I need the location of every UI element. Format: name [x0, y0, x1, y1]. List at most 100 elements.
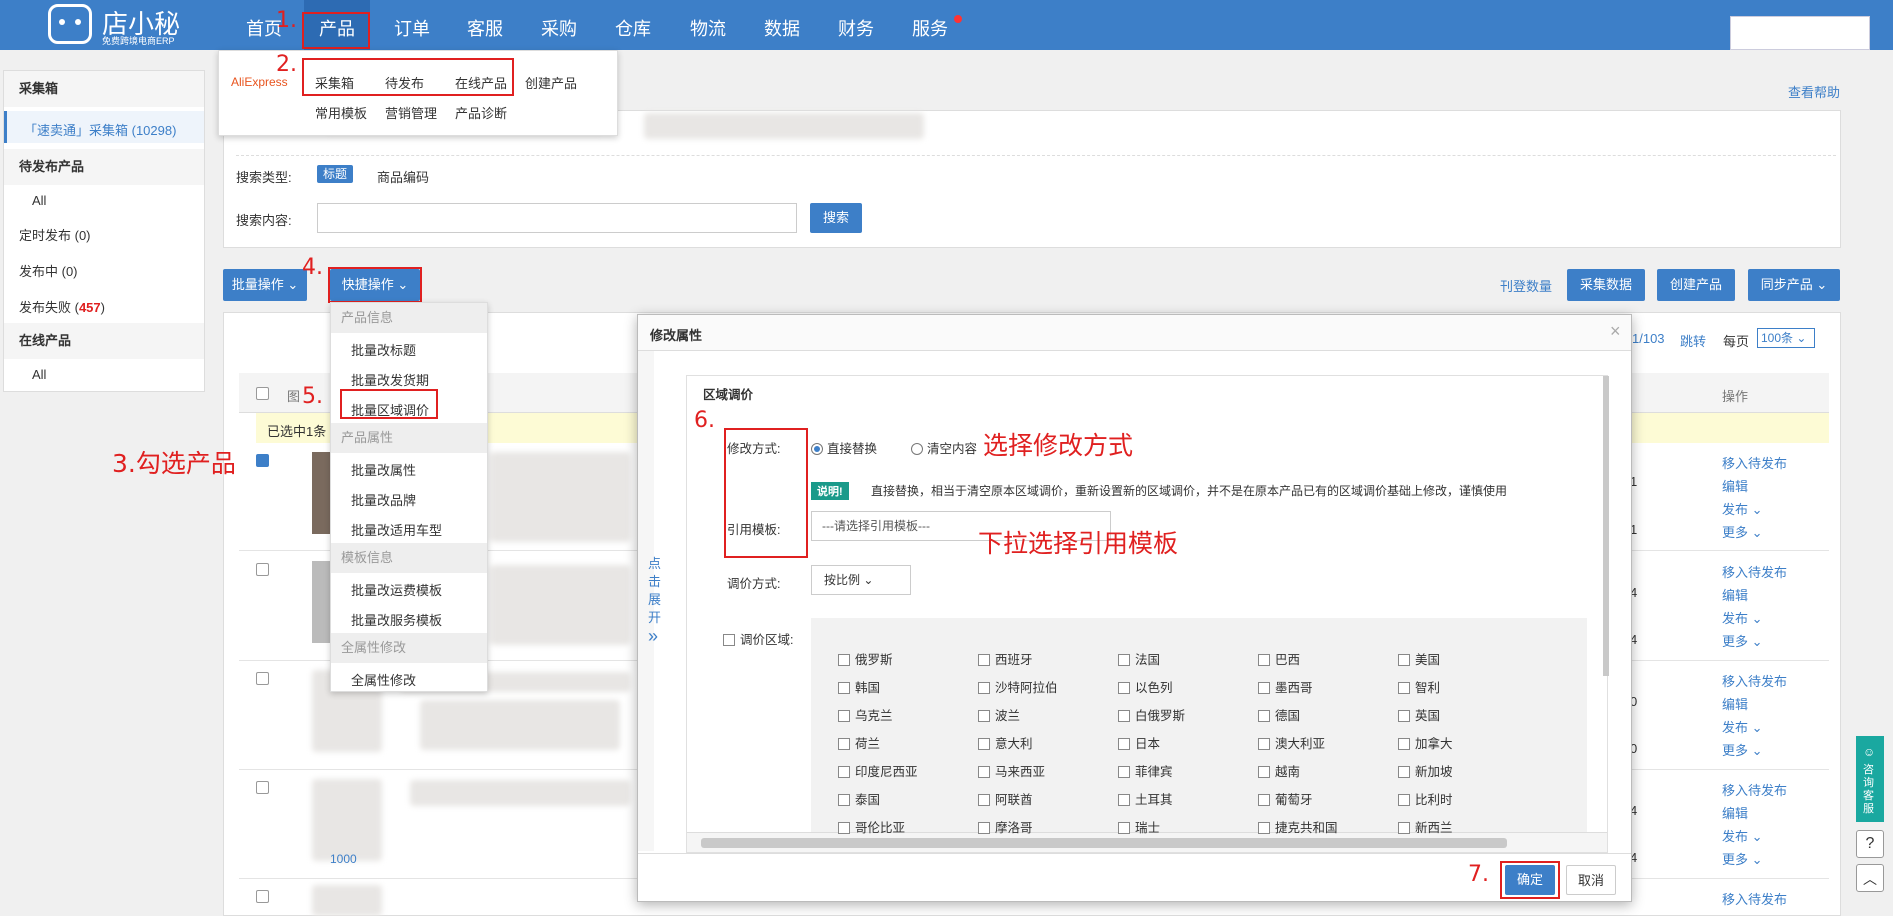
sidebar-item-scheduled[interactable]: 定时发布 (0)	[19, 225, 91, 244]
quick-menu-batch-brand[interactable]: 批量改品牌	[351, 490, 416, 509]
region-checkbox[interactable]: 日本	[1118, 733, 1160, 752]
sync-product-button[interactable]: 同步产品 ⌄	[1748, 269, 1840, 301]
region-checkbox[interactable]: 阿联酋	[978, 789, 1033, 808]
create-product-button[interactable]: 创建产品	[1657, 269, 1735, 301]
quick-menu-batch-delivery[interactable]: 批量改发货期	[351, 370, 429, 389]
nav-order[interactable]: 订单	[394, 0, 430, 50]
more-link[interactable]: 更多 ⌄	[1722, 631, 1763, 650]
user-account-box[interactable]	[1730, 16, 1870, 50]
sidebar-item-pending-all[interactable]: All	[32, 193, 46, 208]
confirm-button[interactable]: 确定	[1505, 865, 1555, 895]
region-checkbox[interactable]: 巴西	[1258, 649, 1300, 668]
region-checkbox[interactable]: 德国	[1258, 705, 1300, 724]
region-checkbox[interactable]: 韩国	[838, 677, 880, 696]
region-checkbox[interactable]: 西班牙	[978, 649, 1033, 668]
region-checkbox[interactable]: 荷兰	[838, 733, 880, 752]
region-checkbox[interactable]: 土耳其	[1118, 789, 1173, 808]
region-checkbox[interactable]: 捷克共和国	[1258, 817, 1338, 836]
quick-menu-batch-service-template[interactable]: 批量改服务模板	[351, 610, 442, 629]
search-input[interactable]	[317, 203, 797, 233]
collect-data-button[interactable]: 采集数据	[1567, 269, 1645, 301]
region-checkbox[interactable]: 澳大利亚	[1258, 733, 1325, 752]
sidebar-item-online-all[interactable]: All	[32, 367, 46, 382]
region-checkbox[interactable]: 瑞士	[1118, 817, 1160, 836]
region-toggle[interactable]: 调价区域:	[723, 629, 793, 648]
more-link[interactable]: 更多 ⌄	[1722, 522, 1763, 541]
horizontal-scrollbar[interactable]	[701, 838, 1507, 848]
row-5-checkbox[interactable]	[256, 890, 269, 903]
nav-data[interactable]: 数据	[764, 0, 800, 50]
batch-operation-button[interactable]: 批量操作 ⌄	[223, 269, 307, 301]
close-icon[interactable]: ×	[1610, 321, 1621, 342]
publish-link[interactable]: 发布 ⌄	[1722, 826, 1763, 845]
move-to-pending-link[interactable]: 移入待发布	[1722, 889, 1787, 908]
price-mode-select[interactable]: 按比例 ⌄	[811, 565, 911, 595]
region-checkbox[interactable]: 印度尼西亚	[838, 761, 918, 780]
region-checkbox[interactable]: 沙特阿拉伯	[978, 677, 1058, 696]
sidebar-item-aliexpress-collect[interactable]: 「速卖通」采集箱 (10298)	[24, 120, 176, 139]
region-checkbox[interactable]: 乌克兰	[838, 705, 893, 724]
quick-menu-batch-title[interactable]: 批量改标题	[351, 340, 416, 359]
quick-menu-batch-attr[interactable]: 批量改属性	[351, 460, 416, 479]
nav-logistics[interactable]: 物流	[690, 0, 726, 50]
publish-link[interactable]: 发布 ⌄	[1722, 608, 1763, 627]
nav-finance[interactable]: 财务	[838, 0, 874, 50]
nav-product[interactable]: 产品	[319, 0, 355, 50]
per-page-select[interactable]: 100条 ⌄	[1757, 328, 1815, 348]
region-checkbox[interactable]: 比利时	[1398, 789, 1453, 808]
search-button[interactable]: 搜索	[810, 203, 862, 233]
edit-link[interactable]: 编辑	[1722, 694, 1748, 713]
quick-menu-batch-vehicle[interactable]: 批量改适用车型	[351, 520, 442, 539]
consult-service-widget[interactable]: ☺ 咨询客服	[1856, 736, 1884, 822]
edit-link[interactable]: 编辑	[1722, 803, 1748, 822]
region-checkbox[interactable]: 法国	[1118, 649, 1160, 668]
region-checkbox[interactable]: 墨西哥	[1258, 677, 1313, 696]
expand-toggle[interactable]: 点 击 展 开 »	[648, 555, 662, 645]
publish-link[interactable]: 发布 ⌄	[1722, 499, 1763, 518]
quick-menu-all-attr[interactable]: 全属性修改	[351, 670, 416, 689]
row-4-checkbox[interactable]	[256, 781, 269, 794]
region-checkbox[interactable]: 英国	[1398, 705, 1440, 724]
help-link[interactable]: 查看帮助	[1788, 82, 1840, 101]
more-link[interactable]: 更多 ⌄	[1722, 740, 1763, 759]
search-type-code[interactable]: 商品编码	[377, 167, 429, 186]
region-checkbox[interactable]: 葡萄牙	[1258, 789, 1313, 808]
row-3-checkbox[interactable]	[256, 672, 269, 685]
cancel-button[interactable]: 取消	[1566, 865, 1616, 895]
select-all-checkbox[interactable]	[256, 387, 269, 400]
region-checkbox[interactable]: 新西兰	[1398, 817, 1453, 836]
menu-product-diagnosis[interactable]: 产品诊断	[455, 103, 507, 122]
row-2-checkbox[interactable]	[256, 563, 269, 576]
vertical-scrollbar[interactable]	[1603, 376, 1609, 676]
region-checkbox[interactable]: 加拿大	[1398, 733, 1453, 752]
nav-warehouse[interactable]: 仓库	[615, 0, 651, 50]
region-checkbox[interactable]: 新加坡	[1398, 761, 1453, 780]
menu-marketing[interactable]: 营销管理	[385, 103, 437, 122]
quick-operation-button[interactable]: 快捷操作 ⌄	[330, 269, 420, 301]
help-question-icon[interactable]: ?	[1856, 830, 1884, 858]
region-checkbox[interactable]: 哥伦比亚	[838, 817, 905, 836]
region-checkbox[interactable]: 波兰	[978, 705, 1020, 724]
mode-replace-radio[interactable]: 直接替换	[811, 438, 877, 457]
edit-link[interactable]: 编辑	[1722, 585, 1748, 604]
more-link[interactable]: 更多 ⌄	[1722, 849, 1763, 868]
menu-create-product[interactable]: 创建产品	[525, 73, 577, 92]
region-checkbox[interactable]: 越南	[1258, 761, 1300, 780]
quick-menu-batch-shipping-template[interactable]: 批量改运费模板	[351, 580, 442, 599]
menu-collect-box[interactable]: 采集箱	[315, 73, 354, 92]
region-checkbox[interactable]: 以色列	[1118, 677, 1173, 696]
listing-count-link[interactable]: 刊登数量	[1500, 276, 1552, 295]
region-checkbox[interactable]: 美国	[1398, 649, 1440, 668]
mode-clear-radio[interactable]: 清空内容	[911, 438, 977, 457]
region-checkbox[interactable]: 菲律宾	[1118, 761, 1173, 780]
nav-service[interactable]: 客服	[467, 0, 503, 50]
move-to-pending-link[interactable]: 移入待发布	[1722, 671, 1787, 690]
quick-menu-batch-region-price[interactable]: 批量区域调价	[351, 400, 429, 419]
region-checkbox[interactable]: 泰国	[838, 789, 880, 808]
publish-link[interactable]: 发布 ⌄	[1722, 717, 1763, 736]
region-checkbox[interactable]: 意大利	[978, 733, 1033, 752]
nav-purchase[interactable]: 采购	[541, 0, 577, 50]
move-to-pending-link[interactable]: 移入待发布	[1722, 780, 1787, 799]
menu-pending[interactable]: 待发布	[385, 73, 424, 92]
move-to-pending-link[interactable]: 移入待发布	[1722, 562, 1787, 581]
